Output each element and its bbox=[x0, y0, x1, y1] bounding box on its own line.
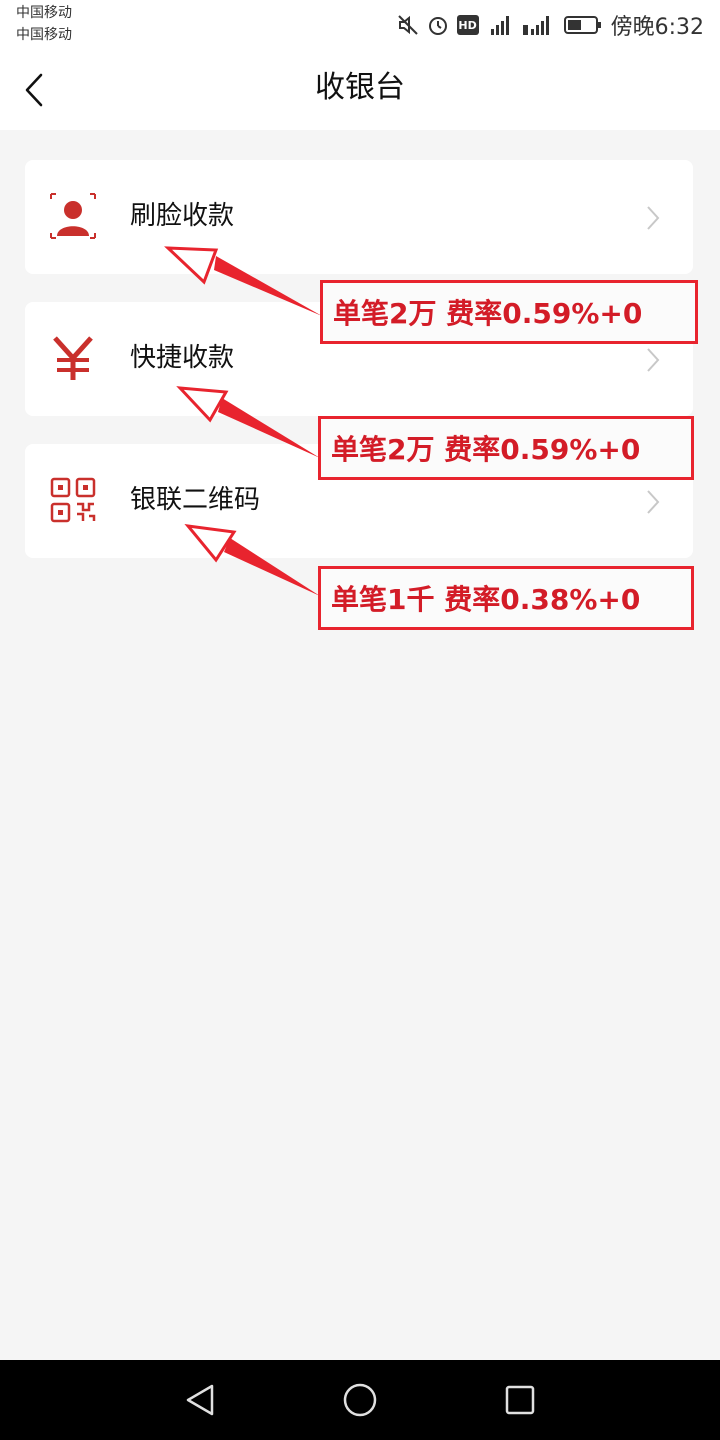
fee-note-face: 单笔2万 费率0.59%+0 bbox=[320, 280, 698, 344]
payment-option-label: 刷脸收款 bbox=[130, 201, 235, 231]
nav-recents-button[interactable] bbox=[500, 1380, 540, 1420]
triangle-back-icon bbox=[186, 1384, 214, 1416]
mute-icon bbox=[397, 14, 419, 36]
hd-badge: HD bbox=[456, 15, 479, 35]
qr-code-icon bbox=[49, 476, 97, 524]
carrier-label-2: 中国移动 bbox=[16, 27, 72, 43]
fee-note-unionpay-qr: 单笔1千 费率0.38%+0 bbox=[318, 566, 694, 630]
payment-option-face[interactable]: 刷脸收款 bbox=[25, 160, 693, 274]
page-title: 收银台 bbox=[315, 70, 405, 105]
fee-note-quick: 单笔2万 费率0.59%+0 bbox=[318, 416, 694, 480]
signal-icon-1 bbox=[487, 13, 513, 37]
payment-option-label: 快捷收款 bbox=[130, 343, 235, 373]
header: 收银台 bbox=[0, 50, 720, 130]
nav-home-button[interactable] bbox=[340, 1380, 380, 1420]
status-time: 傍晚6:32 bbox=[610, 15, 704, 40]
carrier-label-1: 中国移动 bbox=[16, 5, 72, 21]
status-bar: 中国移动 中国移动 HD 傍晚6:32 bbox=[0, 0, 720, 50]
chevron-right-icon bbox=[647, 206, 660, 230]
yuan-icon bbox=[49, 334, 97, 382]
nav-back-button[interactable] bbox=[180, 1380, 220, 1420]
circle-home-icon bbox=[343, 1383, 377, 1417]
face-user-icon bbox=[49, 192, 97, 240]
square-recents-icon bbox=[505, 1385, 535, 1415]
status-icons: HD 傍晚6:32 bbox=[397, 8, 704, 42]
navigation-bar bbox=[0, 1360, 720, 1440]
chevron-right-icon bbox=[647, 490, 660, 514]
battery-icon bbox=[563, 14, 603, 36]
alarm-icon bbox=[427, 14, 449, 36]
chevron-right-icon bbox=[647, 348, 660, 372]
payment-option-label: 银联二维码 bbox=[130, 485, 261, 515]
signal-icon-2 bbox=[521, 13, 555, 37]
